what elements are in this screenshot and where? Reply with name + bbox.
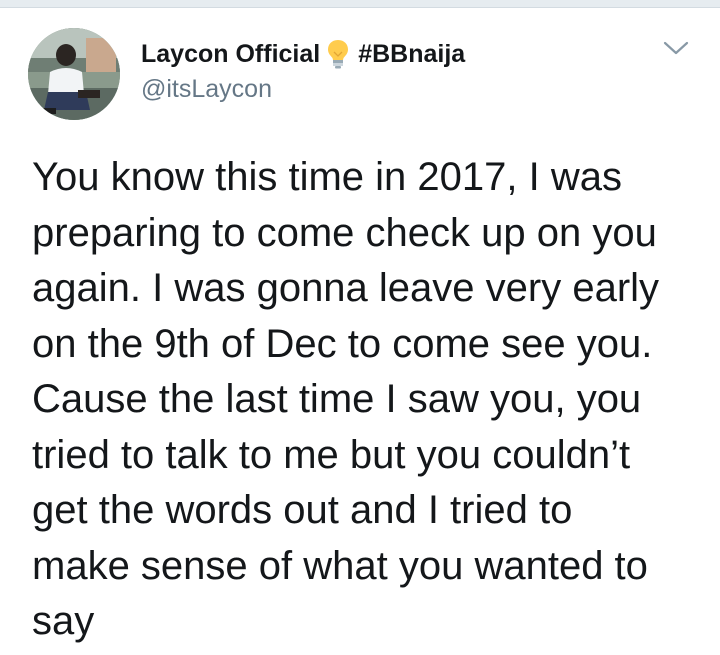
tweet-header: Laycon Official #BBnaija @itsLaycon (141, 36, 661, 104)
tweet-text: You know this time in 2017, I was prepar… (32, 155, 660, 643)
author-handle[interactable]: @itsLaycon (141, 75, 661, 104)
author-hashtag: #BBnaija (358, 39, 466, 68)
light-bulb-icon (326, 39, 350, 69)
chevron-down-icon[interactable] (662, 38, 690, 58)
avatar-photo (28, 28, 120, 120)
avatar[interactable] (28, 28, 120, 120)
top-divider (0, 0, 720, 8)
author-name-row: Laycon Official #BBnaija (141, 36, 661, 72)
author-display-name[interactable]: Laycon Official (141, 40, 320, 69)
